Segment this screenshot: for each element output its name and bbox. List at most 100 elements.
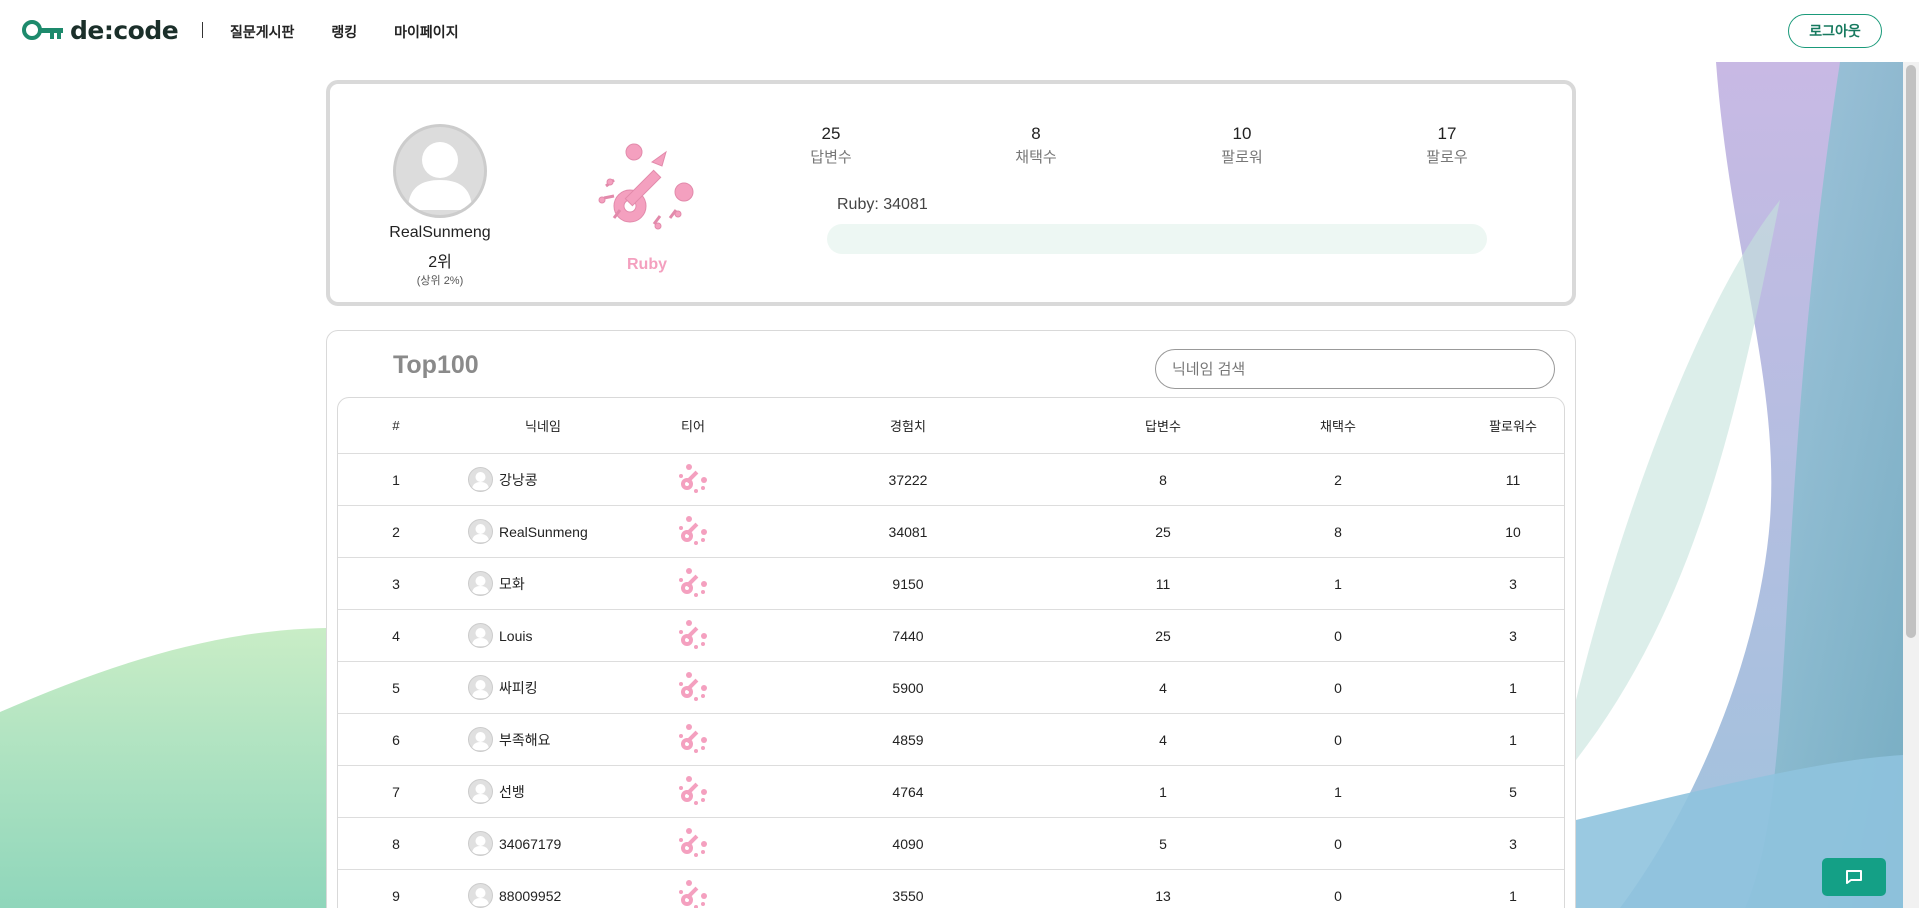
- row-xp: 4090: [892, 835, 924, 852]
- row-rank: 1: [392, 471, 400, 488]
- ruby-tier-icon: [676, 773, 710, 810]
- ruby-tier-icon: [676, 617, 710, 654]
- row-nickname-wrap: RealSunmeng: [468, 519, 588, 544]
- key-logo-icon: [22, 19, 63, 40]
- scrollbar-thumb[interactable]: [1906, 65, 1916, 638]
- nav-item-ranking[interactable]: 랭킹: [331, 22, 357, 42]
- row-nickname-cell[interactable]: 강낭콩: [468, 454, 668, 505]
- row-answers: 1: [1159, 783, 1167, 800]
- table-row[interactable]: 4 Louis 7440 25 0 3: [338, 610, 1564, 662]
- row-nickname-cell[interactable]: 88009952: [468, 870, 668, 908]
- row-xp: 4764: [892, 783, 924, 800]
- row-followers: 3: [1509, 835, 1517, 852]
- row-nickname-cell[interactable]: 부족해요: [468, 714, 668, 765]
- row-tier: [658, 714, 728, 765]
- logo[interactable]: de:code: [22, 16, 179, 45]
- row-followers: 3: [1509, 575, 1517, 592]
- row-tier: [658, 766, 728, 817]
- row-nickname-cell[interactable]: 선뱅: [468, 766, 668, 817]
- table-row[interactable]: 2 RealSunmeng 34081 25 8 10: [338, 506, 1564, 558]
- row-rank: 4: [392, 627, 400, 644]
- top-header: de:code 질문게시판 랭킹 마이페이지 로그아웃: [0, 0, 1919, 62]
- row-nickname-wrap: 강낭콩: [468, 467, 538, 492]
- row-nickname-cell[interactable]: 싸피킹: [468, 662, 668, 713]
- tier-name: Ruby: [627, 256, 667, 273]
- row-followers: 1: [1509, 731, 1517, 748]
- user-avatar-icon: [471, 887, 489, 906]
- row-answers: 5: [1159, 835, 1167, 852]
- table-header: # 닉네임 티어 경험치 답변수 채택수 팔로워수: [338, 398, 1564, 454]
- table-row[interactable]: 5 싸피킹 5900 4 0 1: [338, 662, 1564, 714]
- table-row[interactable]: 6 부족해요 4859 4 0 1: [338, 714, 1564, 766]
- avatar: [393, 124, 487, 218]
- row-followers: 1: [1509, 887, 1517, 904]
- table-row[interactable]: 7 선뱅 4764 1 1 5: [338, 766, 1564, 818]
- ruby-key-emblem-icon: [598, 143, 694, 230]
- user-avatar-icon: [471, 783, 489, 802]
- row-nickname-cell[interactable]: 모화: [468, 558, 668, 609]
- row-followers: 10: [1505, 523, 1521, 540]
- stat-following-label: 팔로우: [1426, 149, 1468, 166]
- row-nickname: 선뱅: [499, 783, 525, 800]
- user-avatar-icon: [471, 731, 489, 750]
- stat-answers-label: 답변수: [810, 149, 852, 166]
- row-xp: 34081: [888, 523, 928, 540]
- row-nickname-cell[interactable]: RealSunmeng: [468, 506, 668, 557]
- row-rank: 7: [392, 783, 400, 800]
- table-row[interactable]: 8 34067179 4090 5 0 3: [338, 818, 1564, 870]
- row-nickname: RealSunmeng: [499, 523, 588, 540]
- avatar: [468, 467, 493, 492]
- row-rank: 9: [392, 887, 400, 904]
- row-answers: 8: [1159, 471, 1167, 488]
- ruby-tier-icon: [676, 565, 710, 602]
- experience-text: Ruby: 34081: [837, 196, 928, 213]
- row-selected: 0: [1334, 679, 1342, 696]
- header-divider: [202, 22, 203, 38]
- row-selected: 1: [1334, 783, 1342, 800]
- avatar: [468, 623, 493, 648]
- experience-progress-fill: [827, 224, 1487, 254]
- row-selected: 2: [1334, 471, 1342, 488]
- stat-followers[interactable]: 10 팔로워: [1182, 124, 1302, 167]
- nav-item-questions[interactable]: 질문게시판: [230, 22, 294, 42]
- avatar: [468, 571, 493, 596]
- row-rank: 6: [392, 731, 400, 748]
- col-followers: 팔로워수: [1489, 419, 1537, 434]
- row-rank: 8: [392, 835, 400, 852]
- nav-item-mypage[interactable]: 마이페이지: [394, 22, 458, 42]
- row-nickname-wrap: 선뱅: [468, 779, 525, 804]
- row-nickname: Louis: [499, 627, 533, 644]
- col-selected: 채택수: [1320, 419, 1356, 434]
- table-row[interactable]: 9 88009952 3550 13 0 1: [338, 870, 1564, 908]
- row-tier: [658, 818, 728, 869]
- logo-text: de:code: [70, 16, 179, 45]
- row-xp: 4859: [892, 731, 924, 748]
- row-nickname-cell[interactable]: Louis: [468, 610, 668, 661]
- col-tier: 티어: [681, 419, 705, 434]
- ruby-tier-icon: [676, 721, 710, 758]
- profile-rank: 2위: [428, 254, 452, 271]
- row-tier: [658, 662, 728, 713]
- row-rank: 5: [392, 679, 400, 696]
- table-row[interactable]: 3 모화 9150 11 1 3: [338, 558, 1564, 610]
- table-row[interactable]: 1 강낭콩 37222 8 2 11: [338, 454, 1564, 506]
- user-avatar-icon: [471, 471, 489, 490]
- col-xp: 경험치: [890, 419, 926, 434]
- row-nickname-wrap: 34067179: [468, 831, 561, 856]
- ranking-title: Top100: [393, 351, 479, 379]
- row-selected: 8: [1334, 523, 1342, 540]
- stat-selected: 8 채택수: [976, 124, 1096, 167]
- nickname-search-input[interactable]: [1155, 349, 1555, 389]
- row-followers: 11: [1505, 471, 1521, 488]
- row-xp: 9150: [892, 575, 924, 592]
- row-followers: 5: [1509, 783, 1517, 800]
- user-avatar-icon: [471, 835, 489, 854]
- user-avatar-icon: [408, 142, 472, 210]
- stat-following[interactable]: 17 팔로우: [1387, 124, 1507, 167]
- avatar: [468, 883, 493, 908]
- row-tier: [658, 610, 728, 661]
- chat-button[interactable]: [1822, 858, 1886, 896]
- logout-button[interactable]: 로그아웃: [1788, 14, 1882, 48]
- row-nickname-wrap: 모화: [468, 571, 525, 596]
- row-nickname-cell[interactable]: 34067179: [468, 818, 668, 869]
